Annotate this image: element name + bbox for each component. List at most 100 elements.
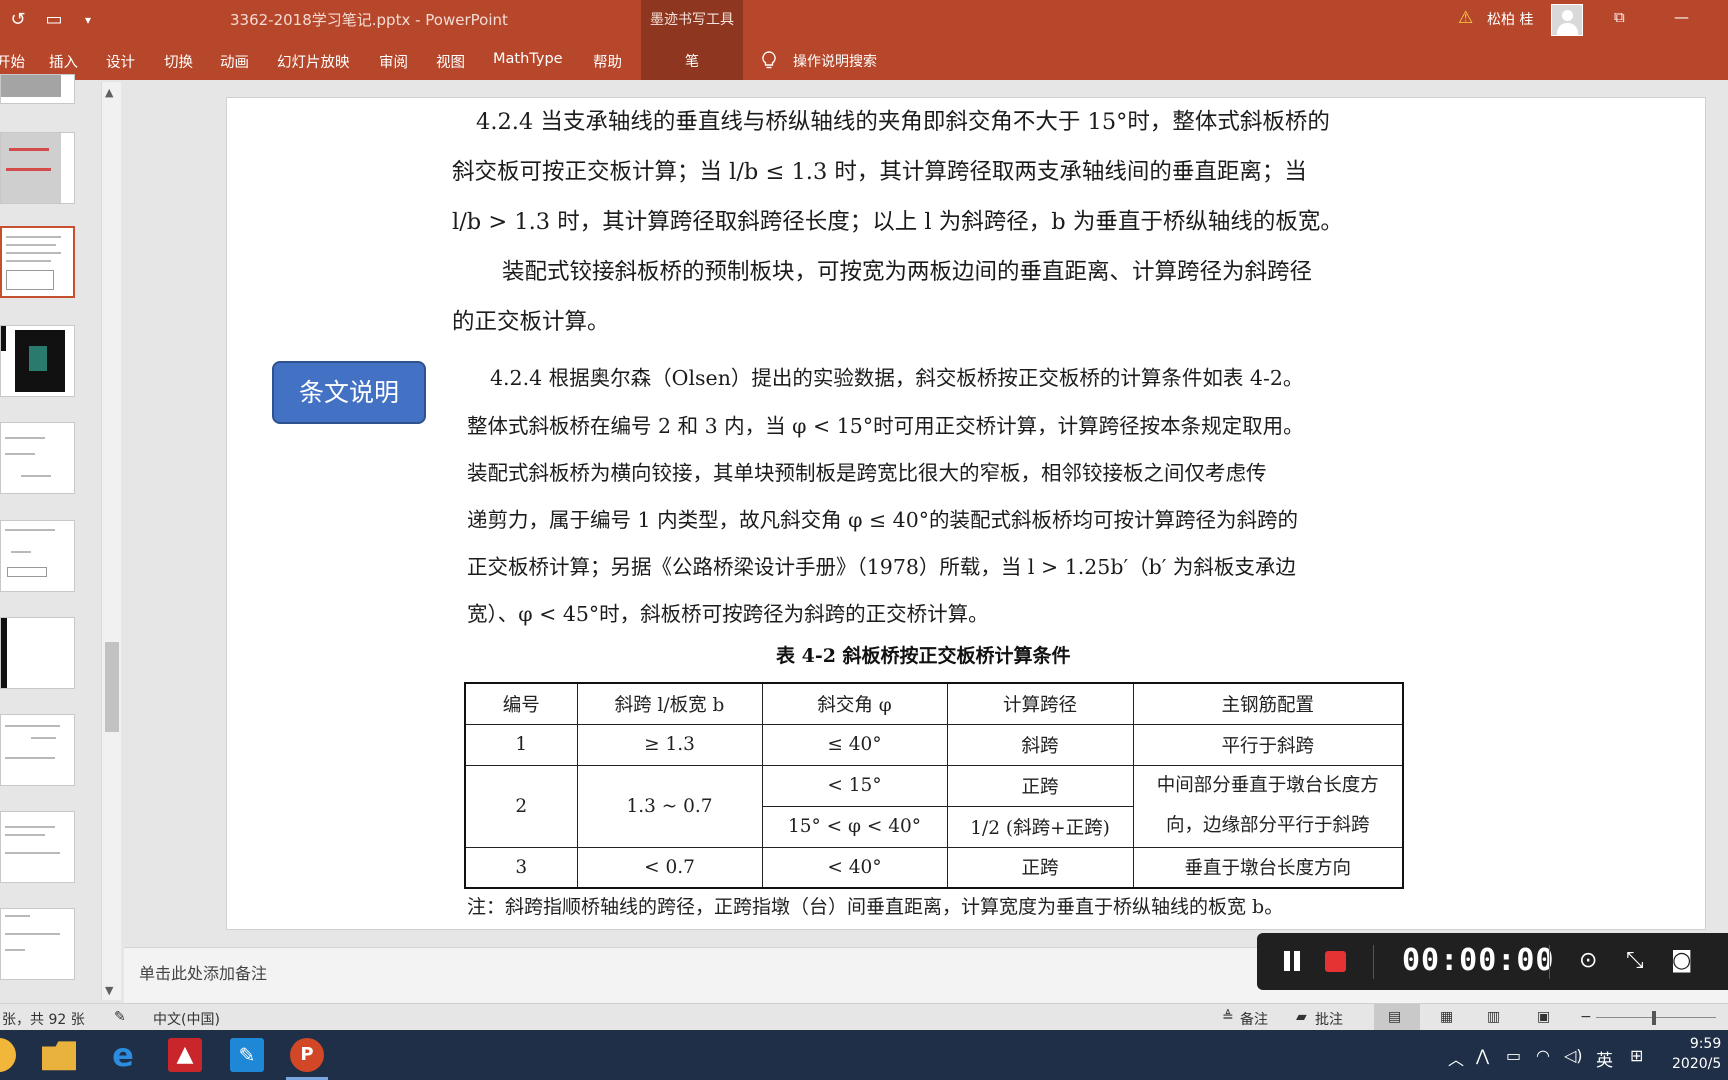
notes-placeholder[interactable]: 单击此处添加备注 (139, 960, 267, 984)
commentary-line: 宽）、φ < 45°时，斜板桥可按跨径为斜跨的正交桥计算。 (467, 602, 989, 626)
windows-taskbar: e ▲ ✎ P ︿ ⋀ ▭ ◠ ◁) 英 ⊞ 9:59 2020/5 (0, 1030, 1728, 1080)
tab-design[interactable]: 设计 (106, 51, 135, 72)
clause-line: 装配式铰接斜板桥的预制板块，可按宽为两板边间的垂直距离、计算跨径为斜跨径 (502, 259, 1313, 285)
edge-browser-icon[interactable]: e (106, 1038, 140, 1072)
commentary-callout[interactable]: 条文说明 (272, 361, 426, 424)
slide-thumbnail[interactable] (0, 714, 75, 786)
ime-indicator[interactable]: 英 (1596, 1046, 1613, 1071)
clause-line: 4.2.4 当支承轴线的垂直线与桥纵轴线的夹角即斜交角不大于 15°时，整体式斜… (476, 109, 1330, 135)
tab-pen[interactable]: 笔 (641, 51, 743, 71)
warning-icon[interactable]: ⚠ (1458, 8, 1473, 28)
ime-mode-icon[interactable]: ⊞ (1630, 1046, 1643, 1065)
clause-line: l/b > 1.3 时，其计算跨径取斜跨径长度；以上 l 为斜跨径，b 为垂直于… (452, 209, 1343, 235)
tab-view[interactable]: 视图 (436, 51, 465, 72)
app-icon[interactable] (0, 1038, 16, 1072)
language-indicator[interactable]: 中文(中国) (153, 1009, 220, 1029)
spellcheck-icon[interactable]: ✎ (114, 1009, 126, 1025)
scroll-down-icon[interactable]: ▼ (105, 984, 113, 997)
header-cell: 斜交角 φ (761, 682, 948, 725)
comments-button[interactable]: 批注 (1315, 1009, 1343, 1029)
customize-quick-access-icon[interactable]: ▾ (76, 8, 100, 32)
volume-icon[interactable]: ◁) (1564, 1046, 1583, 1065)
scroll-up-icon[interactable]: ▲ (105, 86, 113, 99)
slide-thumbnail[interactable] (0, 422, 75, 494)
tab-animations[interactable]: 动画 (220, 51, 249, 72)
ink-tools-label: 墨迹书写工具 (650, 12, 734, 28)
table-cell: 正跨 (946, 846, 1134, 889)
commentary-line: 正交板桥计算；另据《公路桥梁设计手册》（1978）所载，当 l > 1.25b′… (467, 555, 1296, 579)
table-cell: 1.3 ~ 0.7 (576, 764, 763, 848)
reading-view-icon[interactable]: ▥ (1487, 1009, 1500, 1025)
collapse-icon[interactable]: ⤡ (1626, 948, 1644, 973)
table-cell: 3 (464, 846, 578, 889)
table-cell: < 0.7 (576, 846, 763, 889)
slide-thumbnail[interactable] (0, 74, 75, 104)
slide-sorter-icon[interactable]: ▦ (1440, 1009, 1453, 1025)
document-title: 3362-2018学习笔记.pptx - PowerPoint (230, 11, 508, 29)
zoom-slider-thumb[interactable] (1652, 1011, 1656, 1025)
table-cell: 中间部分垂直于墩台长度方向，边缘部分平行于斜跨 (1132, 764, 1404, 848)
tab-mathtype[interactable]: MathType (493, 51, 563, 67)
ink-tools-group: 墨迹书写工具 笔 (641, 0, 743, 80)
tab-insert[interactable]: 插入 (49, 51, 78, 72)
ribbon-display-options-icon[interactable]: ⧉ (1614, 8, 1625, 26)
powerpoint-icon[interactable]: P (290, 1038, 324, 1072)
avatar[interactable] (1551, 4, 1583, 36)
tell-me-search[interactable]: 操作说明搜索 (793, 51, 877, 71)
divider (1373, 945, 1374, 979)
zoom-out-icon[interactable]: − (1580, 1009, 1592, 1025)
file-explorer-icon[interactable] (42, 1041, 76, 1071)
table-cell: 15° < φ < 40° (761, 805, 948, 848)
table-cell: 垂直于墩台长度方向 (1132, 846, 1404, 889)
slide-thumbnail[interactable] (0, 325, 75, 397)
clock-time: 9:59 (1689, 1036, 1722, 1052)
minimize-icon[interactable]: — (1674, 8, 1689, 26)
title-bar: ↺ ▭ ▾ 3362-2018学习笔记.pptx - PowerPoint ⚠ … (0, 0, 1728, 40)
thumbnails-scrollbar[interactable]: ▲ ▼ (101, 82, 121, 1000)
table-cell: 2 (464, 764, 578, 848)
tab-home[interactable]: 开始 (0, 51, 25, 72)
slideshow-icon[interactable]: ▣ (1537, 1009, 1550, 1025)
table-cell: ≤ 40° (761, 723, 948, 766)
tab-help[interactable]: 帮助 (593, 51, 622, 72)
stop-icon[interactable] (1325, 951, 1346, 972)
slide-thumbnail[interactable] (0, 520, 75, 592)
commentary-line: 4.2.4 根据奥尔森（Olsen）提出的实验数据，斜交板桥按正交板桥的计算条件… (490, 366, 1304, 390)
autosave-icon[interactable]: ↺ (6, 8, 30, 32)
header-cell: 编号 (464, 682, 578, 725)
user-name[interactable]: 松柏 桂 (1487, 9, 1533, 29)
tray-app-icon[interactable]: ⋀ (1476, 1046, 1489, 1065)
commentary-line: 递剪力，属于编号 1 内类型，故凡斜交角 φ ≤ 40°的装配式斜板桥均可按计算… (467, 508, 1298, 532)
notes-button[interactable]: 备注 (1240, 1009, 1268, 1029)
table-note: 注：斜跨指顺桥轴线的跨径，正跨指墩（台）间垂直距离，计算宽度为垂直于桥纵轴线的板… (467, 896, 1284, 918)
system-clock[interactable]: 9:59 2020/5 (1672, 1034, 1721, 1074)
commentary-line: 装配式斜板桥为横向铰接，其单块预制板是跨宽比很大的窄板，相邻铰接板之间仅考虑传 (467, 461, 1267, 485)
table-cell: 1/2 (斜跨+正跨) (946, 805, 1134, 848)
clause-line: 的正交板计算。 (452, 309, 610, 335)
wifi-icon[interactable]: ◠ (1536, 1046, 1550, 1065)
table-row: 2 1.3 ~ 0.7 < 15° 正跨 中间部分垂直于墩台长度方向，边缘部分平… (464, 764, 1404, 848)
battery-icon[interactable]: ▭ (1506, 1046, 1521, 1065)
tab-transitions[interactable]: 切换 (164, 51, 193, 72)
show-hidden-icons-icon[interactable]: ︿ (1448, 1046, 1464, 1070)
zoom-slider[interactable] (1596, 1017, 1716, 1018)
table-cell: 平行于斜跨 (1132, 723, 1404, 766)
slide-thumbnail[interactable] (0, 811, 75, 883)
autocad-icon[interactable]: ▲ (168, 1038, 202, 1072)
tab-slideshow[interactable]: 幻灯片放映 (277, 51, 350, 72)
slide-count: 张，共 92 张 (2, 1012, 85, 1028)
present-icon[interactable]: ▭ (42, 8, 66, 32)
camera-icon[interactable]: ◙ (1671, 948, 1692, 973)
slide-thumbnail[interactable] (0, 908, 75, 980)
tab-review[interactable]: 审阅 (379, 51, 408, 72)
editor-icon[interactable]: ✎ (230, 1038, 264, 1072)
slide-thumbnail[interactable] (0, 132, 75, 204)
comment-icon[interactable]: ▰ (1296, 1009, 1307, 1025)
region-capture-icon[interactable]: ⊙ (1579, 948, 1597, 973)
slide-thumbnail-selected[interactable] (0, 226, 75, 298)
scrollbar-thumb[interactable] (105, 642, 119, 732)
pause-icon[interactable] (1284, 951, 1290, 971)
lightbulb-icon (762, 51, 776, 69)
notes-icon[interactable]: ≜ (1222, 1009, 1234, 1025)
slide-thumbnail[interactable] (0, 617, 75, 689)
